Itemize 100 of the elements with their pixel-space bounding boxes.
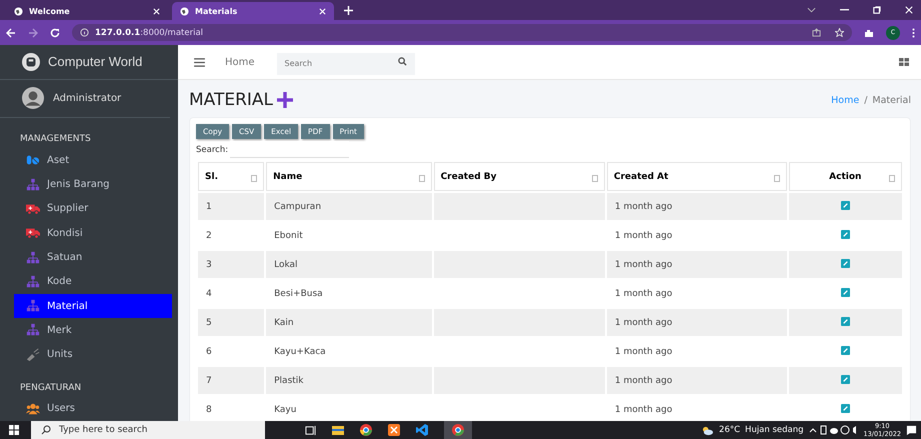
pills-icon xyxy=(26,153,40,168)
search-field[interactable]: Type here to search xyxy=(31,421,265,439)
close-icon xyxy=(905,6,913,14)
search-field[interactable]: Search xyxy=(276,52,415,74)
sidebar-item[interactable]: Merk xyxy=(14,318,172,342)
minimize-icon xyxy=(840,9,849,11)
table-cell: 3 xyxy=(198,251,264,278)
section-header: PENGATURAN xyxy=(19,382,82,395)
active-app[interactable] xyxy=(444,421,472,439)
sidebar-item[interactable]: Supplier xyxy=(14,196,172,222)
table-cell-text: 1 month ago xyxy=(614,404,674,416)
edit-icon[interactable] xyxy=(840,288,850,296)
avatar-icon xyxy=(22,87,44,110)
table-cell: Campuran xyxy=(266,193,432,220)
menu-icon xyxy=(194,58,205,66)
table-cell-text: 8 xyxy=(205,404,213,416)
code-editor-icon xyxy=(416,424,428,436)
weather-icon xyxy=(701,424,714,436)
folder-icon xyxy=(332,424,344,436)
table-cell-text: 2 xyxy=(205,230,213,242)
forward-icon xyxy=(28,28,38,38)
plus-icon xyxy=(344,6,353,15)
globe-icon xyxy=(180,6,189,16)
sidebar-item[interactable]: Units xyxy=(14,342,172,367)
tray-icons xyxy=(808,425,859,435)
sort-icon xyxy=(592,175,598,182)
hierarchy-icon xyxy=(26,178,40,192)
column-header[interactable]: Sl. xyxy=(198,162,264,191)
weather-text: Hujan sedang xyxy=(745,425,804,435)
restore-icon xyxy=(873,6,881,14)
more-icon xyxy=(912,28,915,38)
ambulance-icon xyxy=(26,226,40,240)
edit-icon[interactable] xyxy=(840,200,850,210)
search-icon xyxy=(398,57,407,66)
table-cell-text: Kayu xyxy=(273,404,298,416)
table-cell-text: Besi+Busa xyxy=(273,288,324,300)
user-name[interactable]: Administrator xyxy=(53,92,122,104)
back-icon xyxy=(6,28,16,38)
table-cell: 1 month ago xyxy=(606,193,787,220)
table-cell: 1 month ago xyxy=(606,367,787,394)
table-cell-text: 1 month ago xyxy=(614,288,674,300)
browser-icon xyxy=(452,424,464,436)
table-cell: Plastik xyxy=(266,367,432,394)
browser-tab[interactable]: Welcome xyxy=(6,2,168,20)
column-header[interactable]: Created At xyxy=(606,162,787,191)
windows-icon xyxy=(9,425,19,435)
grid-icon xyxy=(899,58,909,66)
users-icon xyxy=(26,402,40,416)
sidebar-item[interactable]: Users xyxy=(14,396,172,421)
globe-icon xyxy=(14,6,23,16)
hierarchy-icon xyxy=(26,299,40,314)
sidebar-item[interactable]: Kondisi xyxy=(14,221,172,246)
table-cell: 5 xyxy=(198,309,264,336)
table-cell-text: Ebonit xyxy=(273,230,304,242)
browser-tab[interactable]: Materials xyxy=(172,2,334,20)
column-header[interactable]: Created By xyxy=(434,162,605,191)
edit-icon[interactable] xyxy=(840,374,850,384)
sort-icon xyxy=(889,175,895,182)
table-cell: Kain xyxy=(266,309,432,336)
home-link[interactable]: Home xyxy=(225,56,255,68)
sidebar-item[interactable]: Jenis Barang xyxy=(14,172,172,197)
search-icon xyxy=(41,425,51,435)
hierarchy-icon xyxy=(26,323,40,338)
table-cell: 1 xyxy=(198,193,264,220)
address-field[interactable]: 127.0.0.1:8000/material xyxy=(72,24,852,41)
hierarchy-icon xyxy=(26,274,40,289)
sidebar-item[interactable]: Kode xyxy=(14,270,172,294)
tool-icon xyxy=(26,348,40,362)
hierarchy-icon xyxy=(26,250,40,264)
section-header: MANAGEMENTS xyxy=(19,133,92,146)
edit-icon[interactable] xyxy=(840,316,850,326)
table-cell: 7 xyxy=(198,367,264,394)
page-title: MATERIAL xyxy=(189,90,274,110)
table-cell-text: Kayu+Kaca xyxy=(273,346,327,358)
sort-icon xyxy=(774,175,780,182)
edit-icon[interactable] xyxy=(840,346,850,354)
brand-name[interactable]: Computer World xyxy=(48,54,142,70)
task-view-icon xyxy=(305,424,316,436)
temperature: 26°C xyxy=(719,425,740,435)
edit-icon[interactable] xyxy=(840,258,850,268)
column-header[interactable]: Name xyxy=(266,162,432,191)
share-icon xyxy=(812,28,821,37)
star-icon xyxy=(835,28,844,37)
column-header[interactable]: Action xyxy=(788,162,902,191)
table-cell: 1 month ago xyxy=(606,309,787,336)
sort-icon xyxy=(418,175,425,182)
close-icon xyxy=(319,8,326,14)
tab-title: Materials xyxy=(195,6,238,16)
table-cell-text: 6 xyxy=(205,346,213,358)
breadcrumb-separator: / xyxy=(864,94,868,106)
sidebar-item[interactable]: Satuan xyxy=(14,245,172,270)
sidebar-item[interactable]: Aset xyxy=(14,148,172,173)
sidebar-item[interactable]: Material xyxy=(14,294,172,318)
ambulance-icon xyxy=(26,202,40,216)
browser-icon xyxy=(360,424,372,436)
plus-icon[interactable] xyxy=(277,92,294,108)
edit-icon[interactable] xyxy=(840,404,850,412)
edit-icon[interactable] xyxy=(840,230,850,238)
reload-icon xyxy=(50,28,60,38)
table-cell-text: 1 month ago xyxy=(614,346,674,358)
